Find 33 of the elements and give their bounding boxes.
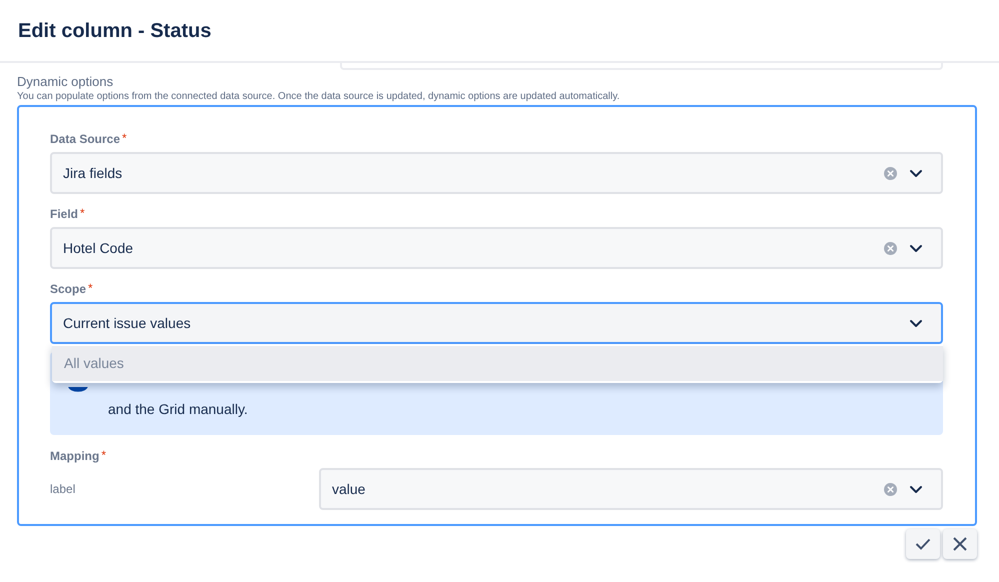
select-value: Hotel Code xyxy=(63,238,134,258)
required-asterisk: * xyxy=(101,448,106,462)
select-field[interactable]: value xyxy=(319,468,943,510)
required-asterisk: * xyxy=(80,206,85,220)
clear-icon[interactable] xyxy=(884,166,897,180)
section-description: You can populate options from the connected data source. Once the data source is updated, dynamic options are updated automatically. xyxy=(17,90,621,104)
info-icon xyxy=(68,387,88,393)
field-label: Data Source xyxy=(50,131,120,147)
select-value: Jira fields xyxy=(63,164,124,182)
chevron-down-icon xyxy=(909,244,923,252)
field-label: Field xyxy=(50,206,78,222)
field-label: Mapping xyxy=(50,448,100,464)
field-label: Scope xyxy=(50,281,86,297)
required-asterisk: * xyxy=(122,131,127,145)
close-icon xyxy=(952,536,968,552)
confirm-button[interactable] xyxy=(906,529,940,559)
required-asterisk: * xyxy=(88,281,93,295)
select-value: value xyxy=(332,480,366,498)
select-value: Current issue values xyxy=(63,314,192,332)
select-field[interactable]: Current issue values xyxy=(50,302,943,344)
chevron-down-icon xyxy=(909,484,923,494)
check-icon xyxy=(915,538,931,550)
chevron-down-icon xyxy=(909,168,923,178)
dialog-title: Edit column - Status xyxy=(18,18,212,44)
select-field[interactable]: Hotel Code xyxy=(50,227,943,269)
close-button[interactable] xyxy=(943,529,977,559)
clear-icon[interactable] xyxy=(884,242,897,254)
mapping-row-label: label xyxy=(50,481,76,498)
clear-icon[interactable] xyxy=(884,482,897,496)
chevron-down-icon xyxy=(909,318,923,328)
select-field[interactable]: Jira fields xyxy=(50,152,943,194)
info-message: and the Grid manually. xyxy=(108,400,248,419)
section-title: Dynamic options xyxy=(17,74,114,90)
